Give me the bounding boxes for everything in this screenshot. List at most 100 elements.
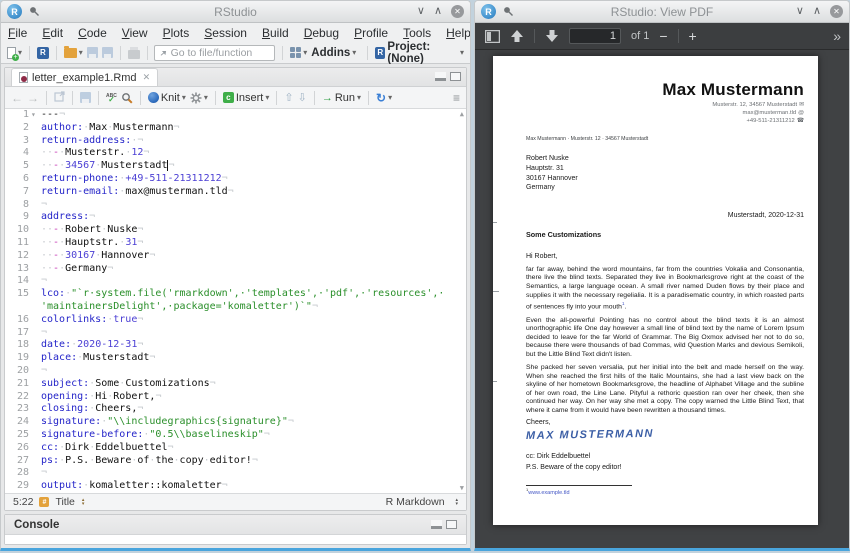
pane-minimize-icon[interactable] [435,72,446,81]
code-line[interactable]: 4··-·Musterstr.·12¬ [5,147,466,160]
menu-tools[interactable]: Tools [403,26,431,40]
new-file-button[interactable]: +▾ [7,47,22,59]
code-line[interactable]: 8¬ [5,199,466,212]
code-line[interactable]: 26cc:·Dirk·Eddelbuettel¬ [5,442,466,455]
console-minimize-icon[interactable] [431,520,442,529]
pdf-scroll-area[interactable]: Max Mustermann Musterstr. 12, 34567 Must… [475,50,849,548]
popout-icon[interactable] [54,91,65,105]
editor-statusbar: 5:22 # Title ▴▾ R Markdown ▴▾ [5,493,466,510]
sidebar-toggle-icon[interactable] [485,30,500,43]
close-icon[interactable]: ✕ [830,5,843,18]
project-selector[interactable]: RProject: (None)▾ [375,41,464,65]
zoom-out-icon[interactable]: − [659,29,667,43]
code-line[interactable]: 16colorlinks:·true¬ [5,314,466,327]
footnote-link[interactable]: 1www.example.tld [526,487,804,496]
code-line[interactable]: 23closing:·Cheers,¬ [5,403,466,416]
code-line[interactable]: 20¬ [5,365,466,378]
code-line[interactable]: 13··-·Germany¬ [5,263,466,276]
open-file-button[interactable]: ▾ [64,48,83,58]
back-icon[interactable]: ← [11,91,23,105]
code-line[interactable]: 21subject:·Some·Customizations¬ [5,378,466,391]
run-button[interactable]: →Run▾ [322,92,361,104]
console-body[interactable] [5,535,466,544]
rerun-button[interactable]: ↻▾ [376,91,392,105]
page-number-input[interactable] [569,28,621,44]
run-next-icon[interactable]: ⇩ [298,91,307,104]
menu-code[interactable]: Code [78,26,107,40]
pin-icon[interactable] [29,6,40,17]
knit-button[interactable]: Knit▾ [148,92,186,104]
print-button[interactable] [128,47,140,59]
new-project-button[interactable]: R [37,47,49,59]
code-line[interactable]: 22opening:·Hi·Robert,¬ [5,391,466,404]
code-line[interactable]: 17¬ [5,327,466,340]
code-line[interactable]: 29output:·komaletter::komaletter¬ [5,480,466,493]
menu-debug[interactable]: Debug [304,26,339,40]
code-line[interactable]: 2author:·Max·Mustermann¬ [5,122,466,135]
section-selector[interactable]: Title ▴▾ [55,496,84,508]
addins-button[interactable]: Addins▾ [311,47,356,59]
spellcheck-icon[interactable]: ABC✓ [106,94,117,102]
scroll-up-icon[interactable]: ▲ [460,110,464,118]
menu-help[interactable]: Help [446,26,471,40]
page-down-icon[interactable] [545,29,559,43]
knit-options-button[interactable]: ▾ [190,92,208,104]
menu-file[interactable]: File [8,26,27,40]
page-up-icon[interactable] [510,29,524,43]
file-type-selector[interactable]: R Markdown ▴▾ [386,496,458,508]
code-line[interactable]: 1▾---¬ [5,109,466,122]
code-line[interactable]: 12··-·30167·Hannover¬ [5,250,466,263]
code-line[interactable]: 11··-·Hauptstr.·31¬ [5,237,466,250]
tab-letter-example1[interactable]: letter_example1.Rmd ✕ [11,68,158,86]
code-line[interactable]: 24signature:·"\\includegraphics{signatur… [5,416,466,429]
code-line[interactable]: 27ps:·P.S.·Beware·of·the·copy·editor!¬ [5,455,466,468]
code-line[interactable]: 15lco:·"`r·system.file('rmarkdown',·'tem… [5,288,466,301]
forward-icon[interactable]: → [27,91,39,105]
code-line[interactable]: 6return-phone:·+49-511-21311212¬ [5,173,466,186]
save-button[interactable] [87,47,98,58]
close-icon[interactable]: ✕ [451,5,464,18]
menu-session[interactable]: Session [204,26,247,40]
pane-layout-button[interactable]: ▾ [290,47,307,58]
code-line[interactable]: 'maintainersDelight',·package='komalette… [5,301,466,314]
code-line[interactable]: 25signature-before:·"0.5\\baselineskip"¬ [5,429,466,442]
maximize-icon[interactable]: ∧ [813,6,821,17]
more-tools-icon[interactable]: » [833,28,839,44]
search-icon[interactable] [121,92,133,104]
run-previous-icon[interactable]: ⇧ [284,91,293,104]
code-line[interactable]: 3return-address:·¬ [5,135,466,148]
code-editor[interactable]: 1▾---¬2author:·Max·Mustermann¬3return-ad… [5,109,466,493]
pin-icon[interactable] [503,6,514,17]
console-maximize-icon[interactable] [446,520,457,529]
code-line[interactable]: 19place:·Musterstadt¬ [5,352,466,365]
save-all-button[interactable] [102,47,113,58]
fold-icon[interactable]: ▾ [31,109,41,122]
maximize-icon[interactable]: ∧ [434,6,442,17]
run-icon: → [322,92,333,104]
code-line[interactable]: 28¬ [5,467,466,480]
menu-plots[interactable]: Plots [163,26,190,40]
scroll-down-icon[interactable]: ▼ [460,484,464,492]
code-line[interactable]: 5··-·34567·Musterstadt¬ [5,160,466,173]
code-line[interactable]: 9address:¬ [5,211,466,224]
code-line[interactable]: 10··-·Robert·Nuske¬ [5,224,466,237]
titlebar[interactable]: R RStudio ∨ ∧ ✕ [1,1,470,23]
menu-view[interactable]: View [122,26,148,40]
menu-build[interactable]: Build [262,26,289,40]
outline-icon[interactable]: ≡ [453,91,460,105]
insert-chunk-button[interactable]: cInsert▾ [223,92,270,104]
titlebar[interactable]: R RStudio: View PDF ∨ ∧ ✕ [475,1,849,23]
menu-edit[interactable]: Edit [42,26,63,40]
pane-maximize-icon[interactable] [450,72,461,81]
letter-cc: cc: Dirk Eddelbuettel [526,453,804,460]
code-line[interactable]: 7return-email:·max@musterman.tld¬ [5,186,466,199]
code-line[interactable]: 18date:·2020-12-31¬ [5,339,466,352]
minimize-icon[interactable]: ∨ [796,6,804,17]
save-document-button[interactable] [80,92,91,103]
goto-file-input[interactable] [171,47,271,59]
tab-close-icon[interactable]: ✕ [143,72,151,83]
code-line[interactable]: 14¬ [5,275,466,288]
minimize-icon[interactable]: ∨ [417,6,425,17]
menu-profile[interactable]: Profile [354,26,388,40]
zoom-in-icon[interactable]: + [689,29,697,43]
